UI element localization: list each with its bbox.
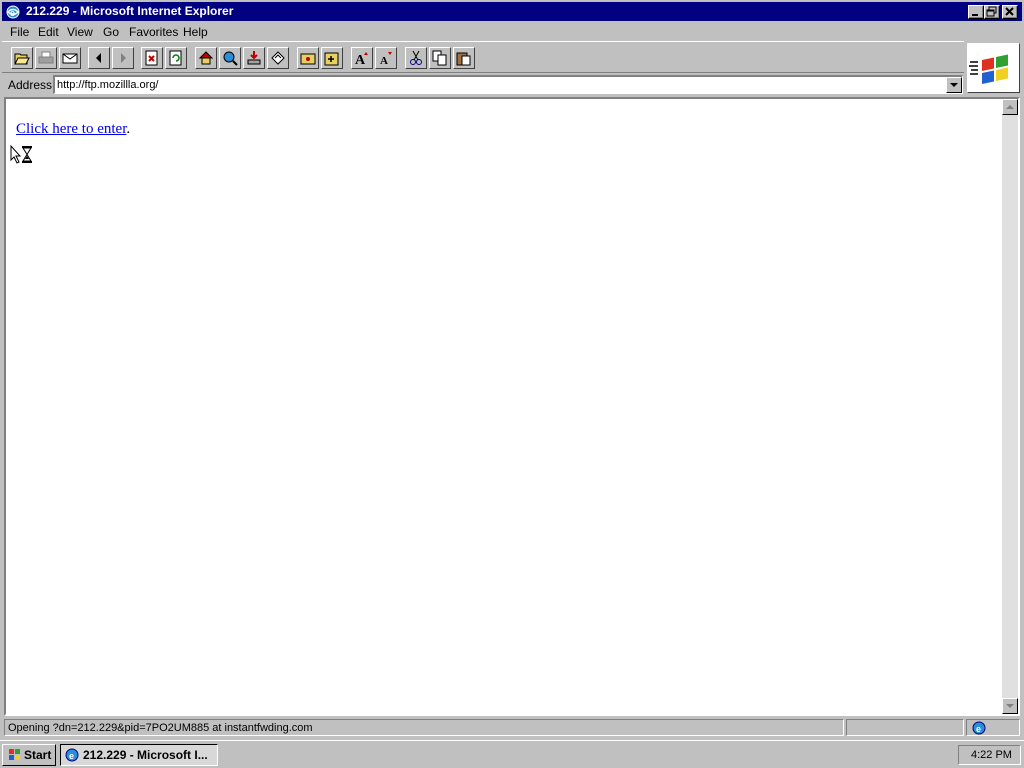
back-arrow-icon [96,53,101,63]
minimize-button[interactable] [968,5,984,19]
copy-icon [432,50,447,66]
stop-button[interactable] [141,47,163,69]
mail-button[interactable] [59,47,81,69]
window-title: 212.229 - Microsoft Internet Explorer [26,4,234,18]
scroll-up-arrow-icon [1006,105,1014,109]
status-pane-zone: e [966,719,1020,736]
larger-font-button[interactable]: A [351,47,373,69]
paste-button[interactable] [453,47,475,69]
history-button[interactable] [267,47,289,69]
svg-text:e: e [69,751,74,761]
larger-font-icon: A [355,52,368,66]
download-button[interactable] [243,47,265,69]
open-button[interactable] [11,47,33,69]
add-favorite-button[interactable] [321,47,343,69]
clock[interactable]: 4:22 PM [971,749,1012,761]
taskbar-ie-window[interactable]: e 212.229 - Microsoft I... [60,744,218,766]
history-icon [271,51,285,65]
home-button[interactable] [195,47,217,69]
download-icon [247,51,261,65]
stop-icon [145,50,158,66]
start-button[interactable]: Start [2,744,56,766]
close-icon [1005,7,1014,16]
scroll-up-button[interactable] [1002,99,1018,115]
restore-button[interactable] [984,5,1000,19]
toolbar: A A [2,41,964,73]
print-button[interactable] [35,47,57,69]
back-button[interactable] [88,47,110,69]
enter-link-period: . [126,121,131,137]
favorites-folder-icon [300,53,316,65]
refresh-icon [169,50,182,66]
vertical-scrollbar[interactable] [1002,99,1018,714]
smaller-font-icon: A [380,52,392,66]
paste-icon [456,52,471,66]
windows-flag-icon [968,44,1019,92]
arrow-hourglass-cursor-icon [10,144,32,164]
scroll-down-arrow-icon [1006,704,1014,708]
cut-button[interactable] [405,47,427,69]
chevron-down-icon [950,83,958,87]
refresh-button[interactable] [165,47,187,69]
status-pane-progress [846,719,964,736]
address-label: Address: [8,78,56,92]
menu-view[interactable]: View [67,25,93,39]
page-content: Click here to enter. [4,97,1020,716]
taskbar-ie-label: 212.229 - Microsoft I... [83,748,208,762]
svg-text:A: A [380,55,388,66]
svg-text:e: e [976,724,981,734]
home-icon [198,51,214,65]
ie-app-icon[interactable]: e [5,4,21,20]
taskbar: Start e 212.229 - Microsoft I... 4:22 PM [0,740,1024,768]
enter-link-line: Click here to enter. [16,121,130,138]
svg-text:e: e [10,8,15,18]
cut-icon [410,50,422,65]
start-label: Start [24,748,52,762]
search-icon [223,51,238,66]
favorites-button[interactable] [297,47,319,69]
ie-zone-icon: e [972,721,986,735]
system-tray: 4:22 PM [958,745,1021,765]
add-favorite-icon [324,52,339,66]
print-icon [38,51,54,64]
windows-logo [967,43,1020,93]
search-button[interactable] [219,47,241,69]
copy-button[interactable] [429,47,451,69]
busy-cursor [10,144,36,168]
windows-start-icon [9,749,20,760]
menu-bar: File Edit View Go Favorites Help [2,22,1022,41]
title-bar[interactable]: e 212.229 - Microsoft Internet Explorer [2,2,1022,21]
smaller-font-button[interactable]: A [375,47,397,69]
address-field[interactable] [53,75,963,94]
forward-button[interactable] [112,47,134,69]
mail-icon [62,53,78,64]
open-folder-icon [14,53,30,65]
status-bar: Opening ?dn=212.229&pid=7PO2UM885 at ins… [4,719,844,736]
menu-help[interactable]: Help [183,25,208,39]
menu-edit[interactable]: Edit [38,25,59,39]
enter-link[interactable]: Click here to enter [16,121,126,137]
ie-task-icon: e [65,748,79,762]
menu-go[interactable]: Go [103,25,119,39]
address-input[interactable] [57,77,937,93]
status-text: Opening ?dn=212.229&pid=7PO2UM885 at ins… [8,722,313,734]
menu-file[interactable]: File [10,25,29,39]
close-button[interactable] [1002,5,1018,19]
restore-icon [986,6,997,17]
scroll-down-button[interactable] [1002,698,1018,714]
forward-arrow-icon [121,53,126,63]
menu-favorites[interactable]: Favorites [129,25,178,39]
minimize-icon [972,14,978,16]
address-dropdown-button[interactable] [946,77,962,93]
